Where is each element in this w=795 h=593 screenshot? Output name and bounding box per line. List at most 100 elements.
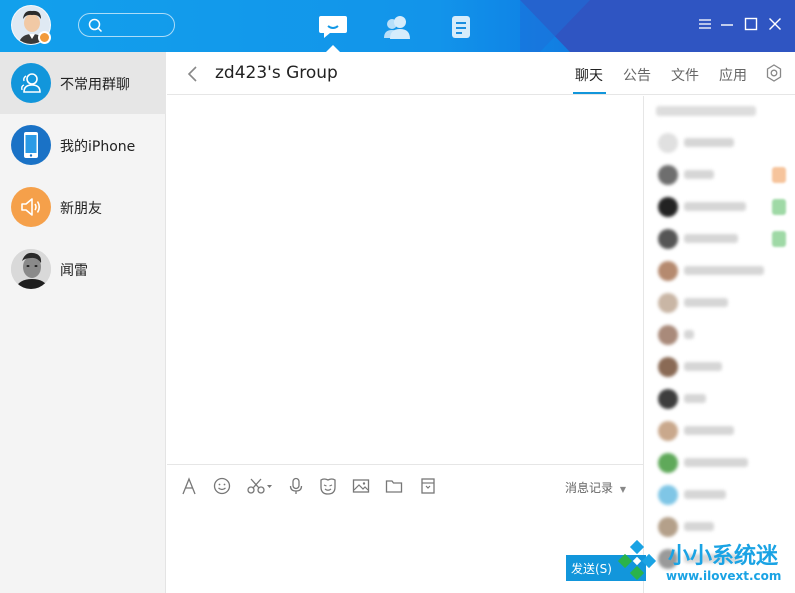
close-button[interactable] — [767, 16, 783, 32]
sidebar-item-label: 新朋友 — [60, 201, 102, 217]
message-icon — [319, 16, 347, 38]
member-name — [684, 298, 728, 307]
nav-messages[interactable] — [316, 10, 350, 44]
screenshot-button[interactable] — [245, 476, 275, 496]
list-item[interactable] — [644, 448, 795, 478]
member-name — [684, 522, 714, 531]
sidebar-item-label: 闻雷 — [60, 263, 88, 279]
tab-chat[interactable]: 聊天 — [575, 65, 603, 85]
avatar — [658, 325, 678, 345]
close-icon — [769, 18, 781, 30]
member-name — [684, 170, 714, 179]
avatar — [658, 421, 678, 441]
member-name — [684, 458, 748, 467]
group-icon — [11, 63, 51, 103]
list-item[interactable] — [644, 320, 795, 350]
search-icon — [88, 18, 103, 33]
list-item[interactable] — [644, 288, 795, 318]
tab-files[interactable]: 文件 — [671, 65, 699, 85]
list-item[interactable] — [644, 224, 795, 254]
list-item[interactable] — [644, 160, 795, 190]
emoji-button[interactable] — [212, 476, 232, 496]
phone-icon — [11, 125, 51, 165]
status-badge — [38, 31, 51, 44]
smiley-icon — [213, 477, 231, 495]
title-bar — [0, 0, 795, 52]
list-item[interactable] — [644, 128, 795, 158]
list-item[interactable] — [644, 192, 795, 222]
image-button[interactable] — [351, 476, 371, 496]
folder-icon — [385, 480, 403, 493]
sticker-icon — [320, 478, 336, 495]
logo-icon — [617, 540, 657, 581]
settings-button[interactable] — [765, 64, 783, 86]
role-badge — [772, 199, 786, 215]
avatar — [658, 485, 678, 505]
document-icon — [452, 16, 470, 38]
watermark-url: www.ilovext.com — [666, 569, 782, 583]
chat-header: zd423's Group 聊天 公告 文件 应用 — [167, 52, 795, 95]
sidebar-item-my-iphone[interactable]: 我的iPhone — [0, 114, 166, 176]
tab-apps[interactable]: 应用 — [719, 65, 747, 85]
member-name — [684, 394, 706, 403]
contacts-icon — [384, 16, 410, 39]
avatar — [658, 453, 678, 473]
list-item[interactable] — [644, 384, 795, 414]
speaker-icon — [11, 187, 51, 227]
conversation-list: 不常用群聊 我的iPhone 新朋友 闻雷 — [0, 52, 166, 593]
avatar — [11, 249, 51, 289]
avatar — [658, 293, 678, 313]
gear-icon — [766, 64, 782, 82]
member-name — [684, 490, 726, 499]
nav-contacts[interactable] — [380, 10, 414, 44]
message-history-button[interactable]: 消息记录 ▼ — [565, 479, 626, 496]
list-item[interactable] — [644, 480, 795, 510]
sidebar-item-label: 我的iPhone — [60, 139, 136, 155]
avatar — [658, 197, 678, 217]
folder-button[interactable] — [384, 476, 404, 496]
maximize-button[interactable] — [743, 16, 759, 32]
message-area[interactable] — [167, 96, 643, 464]
message-history-label: 消息记录 — [565, 481, 614, 495]
app-window: 不常用群聊 我的iPhone 新朋友 闻雷 zd423's Group 聊天 公… — [0, 0, 795, 593]
member-name — [684, 426, 734, 435]
nav-files[interactable] — [444, 10, 478, 44]
menu-icon — [699, 19, 711, 29]
avatar — [658, 357, 678, 377]
sidebar-item-new-friends[interactable]: 新朋友 — [0, 176, 166, 238]
member-name — [684, 330, 694, 339]
maximize-icon — [744, 17, 758, 31]
list-item[interactable] — [644, 256, 795, 286]
sticker-button[interactable] — [318, 476, 338, 496]
list-item[interactable] — [644, 416, 795, 446]
member-name — [684, 138, 734, 147]
tab-announcements[interactable]: 公告 — [623, 65, 651, 85]
minimize-icon — [721, 24, 733, 26]
sidebar-item-group-chats[interactable]: 不常用群聊 — [0, 52, 166, 114]
input-toolbar: 消息记录 ▼ — [167, 464, 643, 506]
list-item[interactable] — [644, 352, 795, 382]
font-button[interactable] — [179, 476, 199, 496]
role-badge — [772, 167, 786, 183]
watermark: 小小系统迷 www.ilovext.com — [614, 536, 795, 593]
minimize-button[interactable] — [719, 16, 735, 32]
member-name — [684, 362, 722, 371]
microphone-icon — [289, 477, 303, 494]
font-icon — [182, 477, 196, 495]
sidebar-item-label: 不常用群聊 — [60, 77, 130, 93]
search-box[interactable] — [78, 13, 175, 37]
voice-button[interactable] — [286, 476, 306, 496]
avatar — [658, 389, 678, 409]
avatar — [658, 517, 678, 537]
avatar — [658, 261, 678, 281]
archive-icon — [421, 478, 435, 494]
back-button[interactable] — [184, 64, 200, 84]
menu-button[interactable] — [697, 16, 713, 32]
chevron-left-icon — [187, 66, 197, 82]
sidebar-item-wenlei[interactable]: 闻雷 — [0, 238, 166, 300]
member-panel-header — [656, 106, 756, 116]
more-tools-button[interactable] — [418, 476, 438, 496]
avatar — [658, 133, 678, 153]
chevron-down-icon: ▼ — [619, 485, 626, 494]
role-badge — [772, 231, 786, 247]
